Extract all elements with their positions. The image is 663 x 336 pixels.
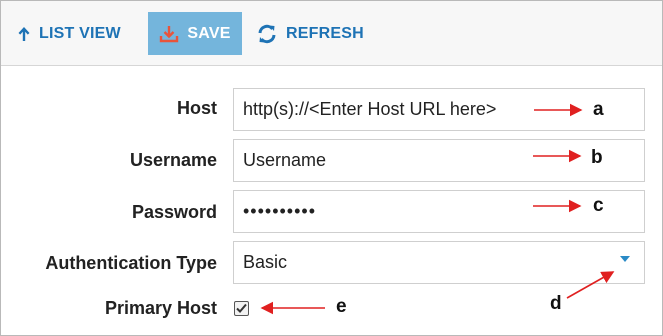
username-input[interactable]: Username — [233, 139, 645, 182]
password-input[interactable]: •••••••••• — [233, 190, 645, 233]
username-label: Username — [129, 150, 217, 170]
refresh-icon — [256, 23, 278, 45]
list-view-label: LIST VIEW — [39, 24, 121, 42]
auth-type-label: Authentication Type — [45, 253, 217, 273]
download-icon — [159, 25, 179, 43]
host-label: Host — [177, 98, 217, 118]
refresh-label: REFRESH — [286, 24, 364, 42]
list-view-button[interactable]: LIST VIEW — [17, 12, 121, 55]
password-value: •••••••••• — [243, 201, 317, 221]
username-value: Username — [243, 150, 327, 170]
refresh-button[interactable]: REFRESH — [256, 12, 364, 55]
annotation-c: c — [593, 195, 604, 216]
annotation-e: e — [336, 296, 347, 317]
checkmark-icon — [236, 300, 247, 318]
annotation-d: d — [550, 293, 562, 314]
save-label: SAVE — [187, 24, 231, 42]
host-input[interactable]: http(s)://<Enter Host URL here> — [233, 88, 645, 131]
arrow-up-icon — [17, 26, 31, 42]
auth-type-select[interactable]: Basic — [233, 241, 645, 284]
auth-type-value: Basic — [243, 252, 288, 272]
password-label: Password — [131, 202, 217, 222]
annotation-b: b — [591, 147, 603, 168]
primary-host-label: Primary Host — [104, 298, 217, 318]
primary-host-checkbox[interactable] — [234, 301, 249, 316]
save-button[interactable]: SAVE — [148, 12, 242, 55]
host-value: http(s)://<Enter Host URL here> — [243, 99, 497, 119]
chevron-down-icon[interactable] — [620, 256, 630, 262]
annotation-a: a — [593, 99, 604, 120]
